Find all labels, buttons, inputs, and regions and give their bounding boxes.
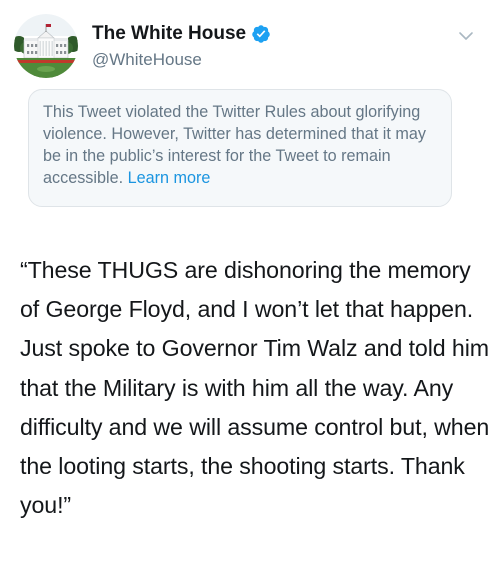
account-handle[interactable]: @WhiteHouse [92,50,271,70]
white-house-icon [14,14,78,78]
notice-message: This Tweet violated the Twitter Rules ab… [43,103,426,187]
display-name-row: The White House [92,22,271,46]
notice-text: This Tweet violated the Twitter Rules ab… [43,101,437,189]
avatar[interactable] [14,14,78,78]
tweet-header: The White House @WhiteHouse [14,14,486,78]
chevron-down-icon[interactable] [456,26,476,46]
violation-notice: This Tweet violated the Twitter Rules ab… [28,89,452,207]
tweet-text: “These THUGS are dishonoring the memory … [20,257,490,519]
verified-badge-icon [251,24,271,44]
display-name[interactable]: The White House [92,23,246,45]
account-names: The White House @WhiteHouse [92,22,271,70]
learn-more-link[interactable]: Learn more [128,169,211,187]
